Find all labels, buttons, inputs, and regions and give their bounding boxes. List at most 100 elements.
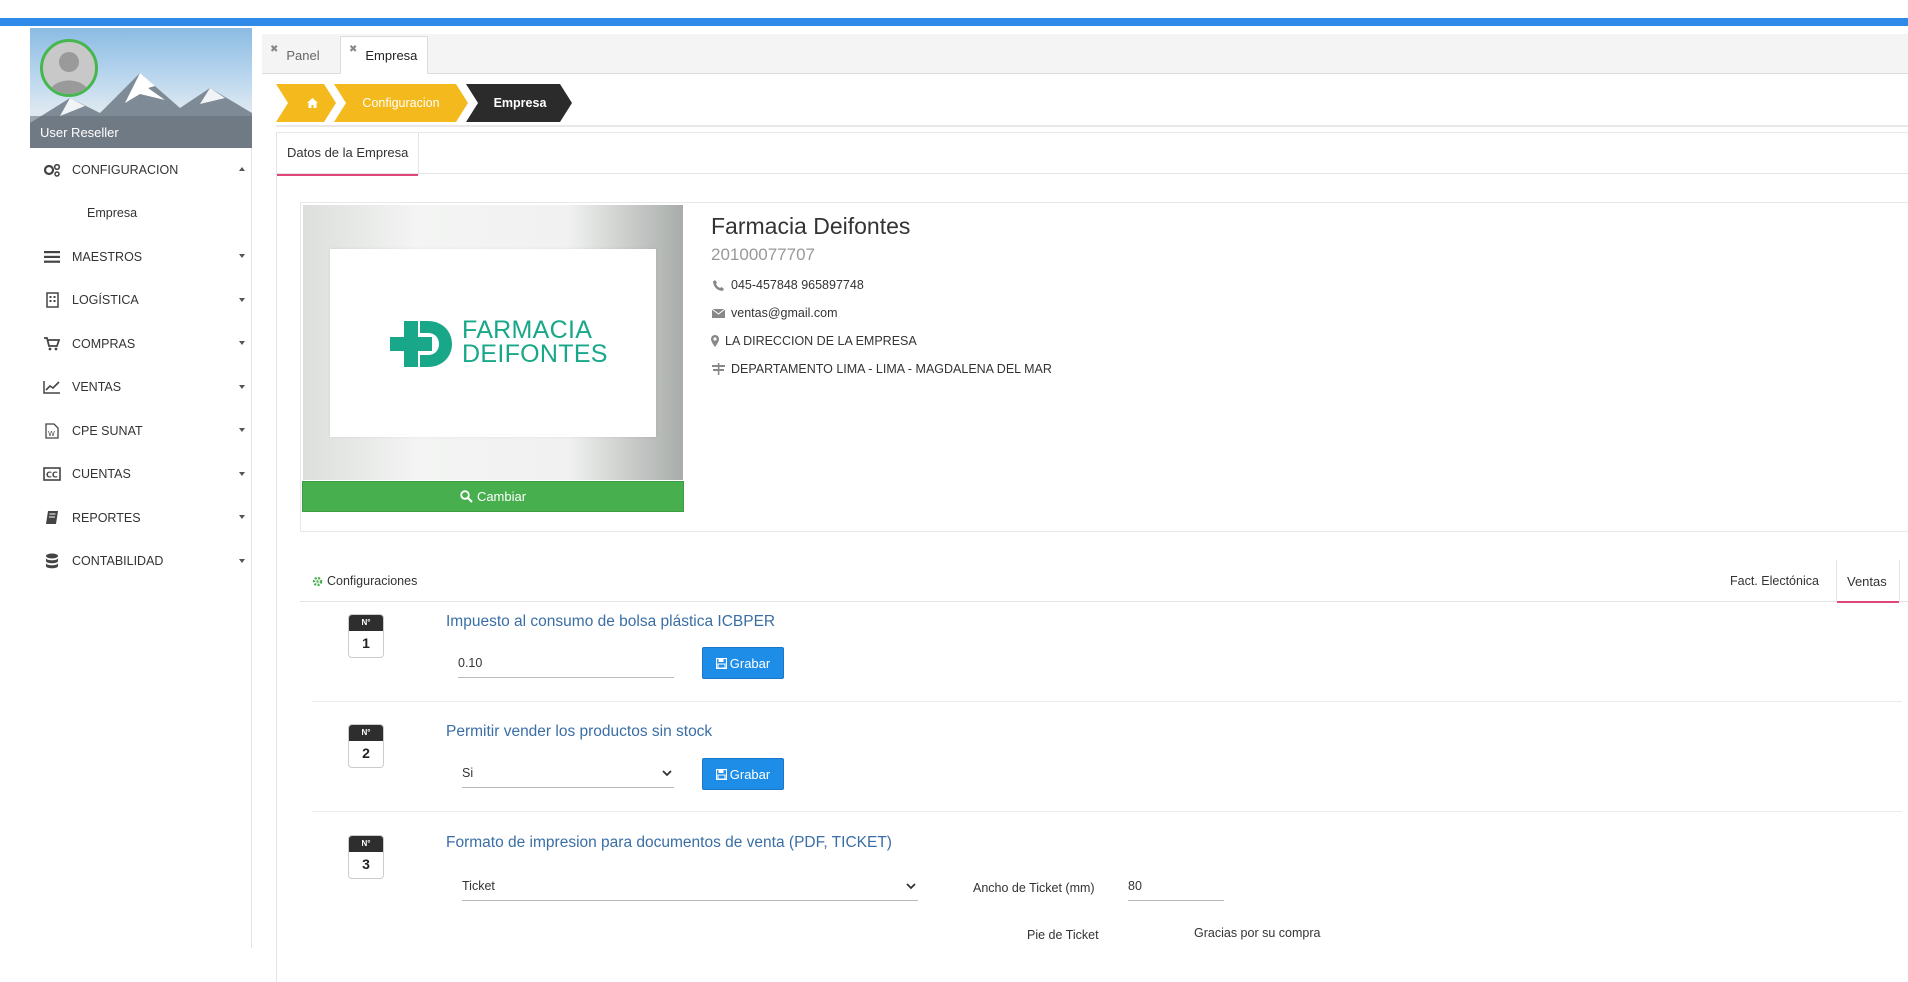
- button-label: Cambiar: [476, 489, 527, 504]
- badge-number: 1: [362, 635, 370, 651]
- sidebar: User Reseller CONFIGURACION Empresa MAES…: [30, 28, 252, 948]
- caret-down-icon: [239, 428, 245, 432]
- list-icon: [42, 249, 62, 265]
- breadcrumb-empresa: Empresa: [493, 96, 547, 110]
- number-badge: N° 1: [348, 614, 384, 658]
- row-title: Permitir vender los productos sin stock: [446, 723, 713, 740]
- caret-up-icon: [239, 167, 245, 171]
- database-icon: [42, 553, 62, 569]
- ticket-width-input[interactable]: 80: [1128, 879, 1224, 901]
- sidebar-item-contabilidad[interactable]: CONTABILIDAD: [30, 540, 251, 584]
- sidebar-item-label: VENTAS: [72, 380, 122, 395]
- tab-datos-empresa[interactable]: Datos de la Empresa: [276, 133, 420, 176]
- cc-icon: CC: [42, 466, 62, 482]
- button-label: Grabar: [729, 655, 771, 671]
- top-accent-stripe: [0, 18, 1908, 26]
- sidebar-item-label: CUENTAS: [72, 467, 131, 482]
- sidebar-item-reportes[interactable]: REPORTES: [30, 496, 251, 540]
- badge-label: N°: [349, 725, 383, 741]
- company-location: DEPARTAMENTO LIMA - LIMA - MAGDALENA DEL…: [711, 362, 1052, 376]
- print-format-select[interactable]: Ticket: [462, 879, 918, 901]
- sidebar-item-label: Empresa: [87, 206, 138, 221]
- config-title: Configuraciones: [312, 574, 417, 588]
- ticket-width-label: Ancho de Ticket (mm): [973, 881, 1095, 895]
- config-row-3: N° 3 Formato de impresion para documento…: [312, 812, 1902, 972]
- sidebar-item-logistica[interactable]: LOGÍSTICA: [30, 279, 251, 323]
- address-text: LA DIRECCION DE LA EMPRESA: [725, 334, 917, 348]
- sidebar-item-cpe-sunat[interactable]: W CPE SUNAT: [30, 409, 251, 453]
- phone-icon: [711, 279, 725, 291]
- company-ruc: 20100077707: [711, 245, 816, 264]
- map-marker-icon: [711, 335, 719, 347]
- breadcrumb-configuracion[interactable]: Configuracion: [346, 84, 456, 122]
- user-name: User Reseller: [30, 116, 252, 148]
- caret-down-icon: [239, 471, 245, 476]
- company-logo: FARMACIA DEIFONTES: [330, 249, 656, 437]
- divider: [276, 125, 1908, 127]
- sidebar-item-cuentas[interactable]: CC CUENTAS: [30, 453, 251, 497]
- sidebar-item-empresa[interactable]: Empresa: [30, 192, 251, 236]
- top-bar: [0, 0, 1908, 26]
- sidebar-item-configuracion[interactable]: CONFIGURACION: [30, 148, 251, 192]
- caret-down-icon: [239, 341, 245, 345]
- config-row-1: N° 1 Impuesto al consumo de bolsa plásti…: [312, 602, 1902, 702]
- button-label: Grabar: [729, 766, 771, 782]
- logo-text: FARMACIA DEIFONTES: [462, 316, 608, 367]
- sidebar-item-label: COMPRAS: [72, 336, 136, 351]
- logo-text-line1: FARMACIA: [462, 316, 593, 344]
- close-icon[interactable]: ✖: [270, 44, 278, 55]
- caret-down-icon: [239, 297, 245, 302]
- save-button[interactable]: Grabar: [702, 647, 784, 679]
- sidebar-item-label: CONFIGURACION: [72, 162, 179, 177]
- badge-number: 2: [362, 745, 370, 761]
- tab-ventas[interactable]: Ventas: [1836, 560, 1900, 603]
- panel-tabs: Datos de la Empresa: [276, 132, 1908, 176]
- chevron-down-icon: [906, 883, 916, 890]
- tab-empresa[interactable]: ✖ Empresa: [340, 36, 429, 74]
- badge-number: 3: [362, 856, 370, 872]
- word-file-icon: W: [42, 423, 62, 439]
- tab-fact-electronica[interactable]: Fact. Electónica: [1730, 574, 1819, 588]
- company-email: ventas@gmail.com: [711, 306, 837, 320]
- caret-down-icon: [239, 254, 245, 258]
- ticket-footer-label: Pie de Ticket: [1027, 928, 1099, 942]
- ticket-footer-input[interactable]: Gracias por su compra: [1194, 926, 1320, 940]
- building-icon: [42, 292, 62, 308]
- gears-icon: [42, 162, 62, 178]
- company-phone: 045-457848 965897748: [711, 278, 864, 292]
- tab-panel[interactable]: ✖ Panel: [262, 36, 330, 74]
- tab-label: Ventas: [1847, 574, 1887, 589]
- avatar[interactable]: [40, 39, 98, 97]
- config-row-2: N° 2 Permitir vender los productos sin s…: [312, 702, 1902, 812]
- company-name: Farmacia Deifontes: [711, 213, 911, 239]
- signpost-icon: [711, 363, 725, 375]
- sidebar-item-compras[interactable]: COMPRAS: [30, 322, 251, 366]
- sidebar-item-label: CPE SUNAT: [72, 423, 143, 438]
- close-icon[interactable]: ✖: [349, 44, 357, 55]
- sidebar-item-label: LOGÍSTICA: [72, 293, 139, 308]
- pharmacy-cross-icon: [390, 321, 452, 367]
- row-title: Impuesto al consumo de bolsa plástica IC…: [446, 613, 776, 630]
- home-icon: [306, 98, 318, 108]
- save-button[interactable]: Grabar: [702, 758, 784, 790]
- sidebar-item-maestros[interactable]: MAESTROS: [30, 235, 251, 279]
- badge-label: N°: [349, 615, 383, 631]
- sin-stock-select[interactable]: Si: [462, 766, 674, 788]
- caret-down-icon: [239, 384, 245, 389]
- sidebar-item-label: REPORTES: [72, 510, 141, 525]
- search-icon: [460, 490, 473, 503]
- floppy-icon: [715, 768, 727, 780]
- phone-text: 045-457848 965897748: [731, 278, 864, 292]
- config-title-text: Configuraciones: [327, 574, 418, 588]
- location-text: DEPARTAMENTO LIMA - LIMA - MAGDALENA DEL…: [731, 362, 1052, 376]
- badge-label: N°: [349, 836, 383, 852]
- breadcrumb-home[interactable]: [294, 84, 330, 122]
- change-logo-button[interactable]: Cambiar: [302, 481, 684, 512]
- caret-down-icon: [239, 558, 245, 563]
- gear-icon: [312, 576, 323, 586]
- sidebar-item-ventas[interactable]: VENTAS: [30, 366, 251, 410]
- number-badge: N° 3: [348, 835, 384, 879]
- icbper-input[interactable]: 0.10: [458, 656, 674, 678]
- tab-label: Panel: [286, 47, 320, 63]
- select-value: Si: [462, 766, 474, 780]
